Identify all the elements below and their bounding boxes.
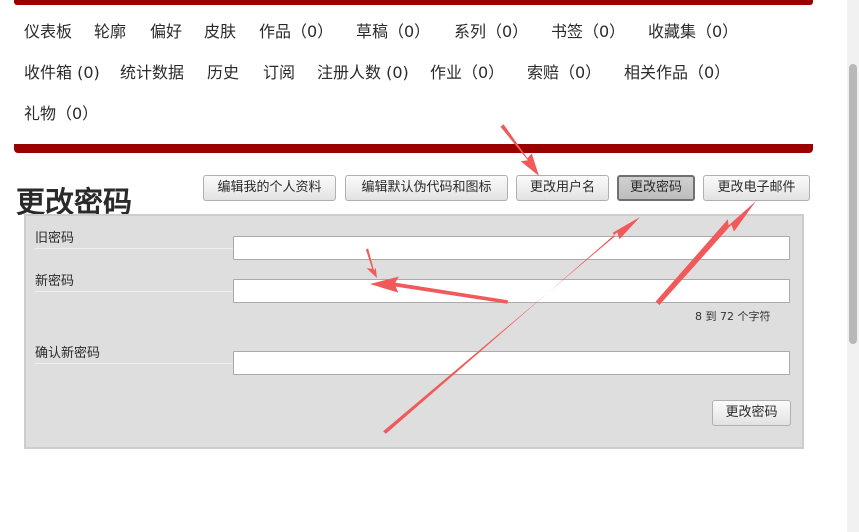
submit-change-password-button[interactable]: 更改密码 bbox=[712, 400, 791, 426]
edit-profile-button[interactable]: 编辑我的个人资料 bbox=[203, 175, 336, 201]
label-divider bbox=[35, 248, 233, 249]
nav-history[interactable]: 历史 bbox=[207, 63, 239, 83]
nav-dashboard[interactable]: 仪表板 bbox=[24, 22, 72, 42]
label-divider bbox=[35, 291, 233, 292]
change-email-button[interactable]: 更改电子邮件 bbox=[703, 175, 810, 201]
nav-statistics[interactable]: 统计数据 bbox=[120, 63, 184, 83]
old-password-label: 旧密码 bbox=[35, 231, 75, 246]
nav-preferences[interactable]: 偏好 bbox=[150, 22, 182, 42]
change-username-button[interactable]: 更改用户名 bbox=[516, 175, 609, 201]
old-password-input[interactable] bbox=[233, 236, 790, 260]
page-scrollbar[interactable] bbox=[847, 0, 859, 532]
nav-skins[interactable]: 皮肤 bbox=[204, 22, 236, 42]
label-divider bbox=[35, 363, 233, 364]
confirm-password-input[interactable] bbox=[233, 351, 790, 375]
nav-works[interactable]: 作品（0） bbox=[259, 22, 333, 42]
password-length-hint: 8 到 72 个字符 bbox=[695, 310, 771, 323]
nav-series[interactable]: 系列（0） bbox=[454, 22, 528, 42]
header-bottom-bar bbox=[14, 144, 813, 153]
change-password-form: 旧密码 新密码 8 到 72 个字符 确认新密码 更改密码 bbox=[24, 214, 804, 449]
nav-related-works[interactable]: 相关作品（0） bbox=[624, 63, 730, 83]
new-password-label: 新密码 bbox=[35, 274, 75, 289]
nav-assignments[interactable]: 作业（0） bbox=[430, 63, 504, 83]
nav-claims[interactable]: 索赔（0） bbox=[527, 63, 601, 83]
nav-collections[interactable]: 收藏集（0） bbox=[648, 22, 738, 42]
scrollbar-thumb[interactable] bbox=[849, 64, 857, 344]
nav-profile[interactable]: 轮廓 bbox=[94, 22, 126, 42]
nav-sign-ups[interactable]: 注册人数 (0) bbox=[317, 63, 409, 83]
nav-inbox[interactable]: 收件箱 (0) bbox=[24, 63, 100, 83]
new-password-input[interactable] bbox=[233, 279, 790, 303]
dashboard-nav-menu: 仪表板 轮廓 偏好 皮肤 作品（0） 草稿（0） 系列（0） 书签（0） 收藏集… bbox=[14, 5, 813, 145]
nav-bookmarks[interactable]: 书签（0） bbox=[551, 22, 625, 42]
confirm-password-label: 确认新密码 bbox=[35, 346, 101, 361]
nav-subscriptions[interactable]: 订阅 bbox=[263, 63, 295, 83]
nav-gifts[interactable]: 礼物（0） bbox=[24, 104, 98, 124]
edit-pseud-button[interactable]: 编辑默认伪代码和图标 bbox=[345, 175, 508, 201]
change-password-button[interactable]: 更改密码 bbox=[617, 175, 695, 201]
nav-drafts[interactable]: 草稿（0） bbox=[356, 22, 430, 42]
